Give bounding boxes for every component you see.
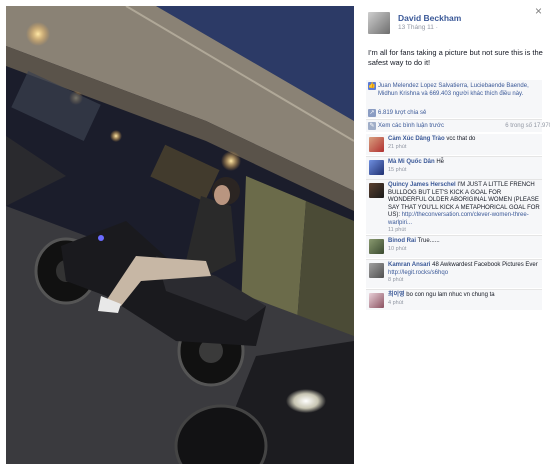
comment-time[interactable]: 11 phút (388, 227, 406, 233)
comment-link[interactable]: http://legit.rocks/s6hqo (388, 270, 448, 276)
commenter-name[interactable]: Quincy James Herschel (388, 182, 456, 188)
commenter-name[interactable]: Cảm Xúc Dâng Trào (388, 136, 445, 142)
commenter-avatar[interactable] (369, 239, 384, 254)
comment-body: Cảm Xúc Dâng Trào vcc that do 21 phút (388, 136, 540, 151)
author-avatar[interactable] (368, 12, 390, 34)
shares-text[interactable]: 6.819 lượt chia sẻ (378, 110, 426, 116)
previous-comments: ✎ Xem các bình luận trước 6 trong số 17.… (366, 122, 550, 130)
commenter-name[interactable]: 최이영 (388, 292, 405, 298)
shares-row: ↗ 6.819 lượt chia sẻ (366, 108, 542, 118)
comment-time[interactable]: 4 phút (388, 300, 403, 306)
likes-summary: 👍 Juan Melendez Lopez Salvatierra, Lucie… (366, 82, 540, 98)
post-timestamp[interactable]: 13 Tháng 11 · (398, 24, 438, 31)
post-side-panel: × David Beckham 13 Tháng 11 · I'm all fo… (358, 4, 550, 310)
likes-text[interactable]: Juan Melendez Lopez Salvatierra, Lucieba… (378, 83, 529, 97)
comment-body: 최이영 bo con ngu lam nhuc vn chung ta 4 ph… (388, 292, 540, 307)
shares-summary: ↗ 6.819 lượt chia sẻ (366, 109, 550, 117)
comment-count: 6 trong số 17.970 (505, 123, 550, 129)
comment-body: Quincy James Herschel I'M JUST A LITTLE … (388, 182, 540, 235)
commenter-avatar[interactable] (369, 263, 384, 278)
comment-text: Hễ (436, 159, 445, 165)
photo-viewer-image[interactable] (6, 6, 354, 464)
comment-time[interactable]: 8 phút (388, 277, 403, 283)
comment-item: Quincy James Herschel I'M JUST A LITTLE … (366, 180, 542, 234)
previous-comments-row: ✎ Xem các bình luận trước 6 trong số 17.… (366, 120, 550, 132)
street-photo (6, 6, 354, 464)
comment-time[interactable]: 15 phút (388, 167, 406, 173)
comment-item: Kamran Ansari 48 Awkwardest Facebook Pic… (366, 260, 542, 288)
comment-body: Mà Mi Quốc Dân Hễ 15 phút (388, 159, 540, 174)
commenter-avatar[interactable] (369, 160, 384, 175)
share-icon: ↗ (368, 109, 376, 117)
close-icon[interactable]: × (535, 4, 542, 18)
comment-item: Binod Rai True...... 10 phút (366, 236, 542, 258)
comment-body: Kamran Ansari 48 Awkwardest Facebook Pic… (388, 262, 540, 285)
comment-body: Binod Rai True...... 10 phút (388, 238, 540, 253)
comment-time[interactable]: 21 phút (388, 144, 406, 150)
author-name[interactable]: David Beckham (398, 13, 461, 23)
commenter-avatar[interactable] (369, 137, 384, 152)
commenter-name[interactable]: Mà Mi Quốc Dân (388, 159, 435, 165)
comment-bubble-icon: ✎ (368, 122, 376, 130)
comment-item: Mà Mi Quốc Dân Hễ 15 phút (366, 157, 542, 179)
comment-item: 최이영 bo con ngu lam nhuc vn chung ta 4 ph… (366, 290, 542, 310)
comment-text: bo con ngu lam nhuc vn chung ta (406, 292, 495, 298)
comment-text: 48 Awkwardest Facebook Pictures Ever (432, 262, 538, 268)
commenter-name[interactable]: Kamran Ansari (388, 262, 430, 268)
like-thumb-icon: 👍 (368, 82, 376, 90)
comment-item: Cảm Xúc Dâng Trào vcc that do 21 phút (366, 134, 542, 155)
commenter-name[interactable]: Binod Rai (388, 238, 416, 244)
view-previous-comments-link[interactable]: Xem các bình luận trước (378, 123, 444, 129)
post-text: I'm all for fans taking a picture but no… (368, 48, 543, 67)
commenter-avatar[interactable] (369, 183, 384, 198)
comment-time[interactable]: 10 phút (388, 246, 406, 252)
comment-text: True...... (417, 238, 440, 244)
comment-link[interactable]: http://theconversation.com/clever-women-… (388, 212, 529, 226)
commenter-avatar[interactable] (369, 293, 384, 308)
comment-text: vcc that do (446, 136, 476, 142)
